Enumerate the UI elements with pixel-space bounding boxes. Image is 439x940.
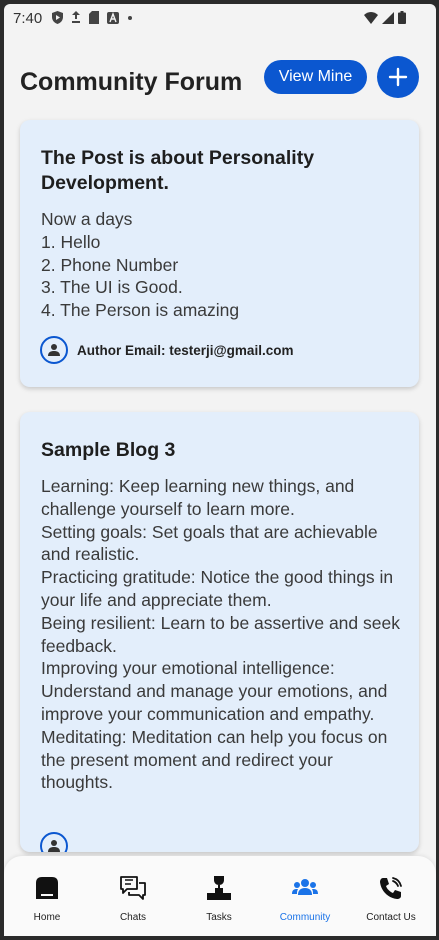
- post-title: Sample Blog 3: [41, 439, 176, 461]
- bottom-nav: Home Chats Tasks Community Contact Us: [4, 856, 436, 936]
- nav-item-community[interactable]: Community: [262, 856, 348, 936]
- data-saver-icon: [72, 11, 80, 23]
- shield-play-icon: [52, 11, 63, 24]
- post-body: Now a days 1. Hello 2. Phone Number 3. T…: [41, 209, 240, 321]
- nav-label: Tasks: [206, 912, 232, 923]
- nav-item-home[interactable]: Home: [4, 856, 90, 936]
- post-title: The Post is about Personality Developmen…: [41, 147, 315, 194]
- post-card[interactable]: Sample Blog 3 Learning: Keep learning ne…: [20, 412, 419, 852]
- post-card[interactable]: The Post is about Personality Developmen…: [20, 120, 419, 387]
- person-icon: [48, 840, 60, 852]
- page-header: Community Forum View Mine: [4, 56, 436, 109]
- nav-item-tasks[interactable]: Tasks: [176, 856, 262, 936]
- notification-icons: [52, 11, 133, 24]
- phone-icon: [380, 877, 402, 899]
- person-icon: [48, 344, 60, 356]
- home-icon: [36, 877, 58, 899]
- status-time: 7:40: [13, 10, 43, 27]
- chat-icon: [120, 876, 146, 900]
- tasks-icon: [207, 876, 231, 900]
- app-screen: 7:40 Community Forum View Mine The Post …: [4, 4, 436, 936]
- nav-item-contact-us[interactable]: Contact Us: [348, 856, 434, 936]
- battery-icon: [398, 11, 406, 24]
- nav-label: Community: [279, 912, 331, 923]
- dot-icon: [128, 15, 132, 20]
- sd-card-icon: [89, 11, 99, 24]
- nav-label: Home: [33, 912, 61, 923]
- view-mine-button[interactable]: View Mine: [264, 60, 367, 94]
- signal-icon: [382, 11, 394, 24]
- avatar: [40, 336, 68, 364]
- nav-label: Contact Us: [366, 912, 416, 923]
- nav-label: Chats: [119, 912, 147, 923]
- system-icons: [364, 11, 406, 24]
- author-email: Author Email: testerji@gmail.com: [77, 342, 294, 358]
- add-post-button[interactable]: [377, 56, 419, 98]
- avatar: [40, 832, 68, 852]
- post-body: Learning: Keep learning new things, and …: [41, 476, 400, 793]
- page-title: Community Forum: [20, 68, 243, 96]
- nav-item-chats[interactable]: Chats: [90, 856, 176, 936]
- font-a-icon: [107, 11, 119, 24]
- plus-icon: [388, 67, 408, 87]
- wifi-icon: [364, 11, 378, 24]
- author-row: Author Email: testerji@gmail.com: [40, 336, 293, 364]
- status-bar: 7:40: [4, 4, 436, 32]
- community-icon: [292, 879, 318, 895]
